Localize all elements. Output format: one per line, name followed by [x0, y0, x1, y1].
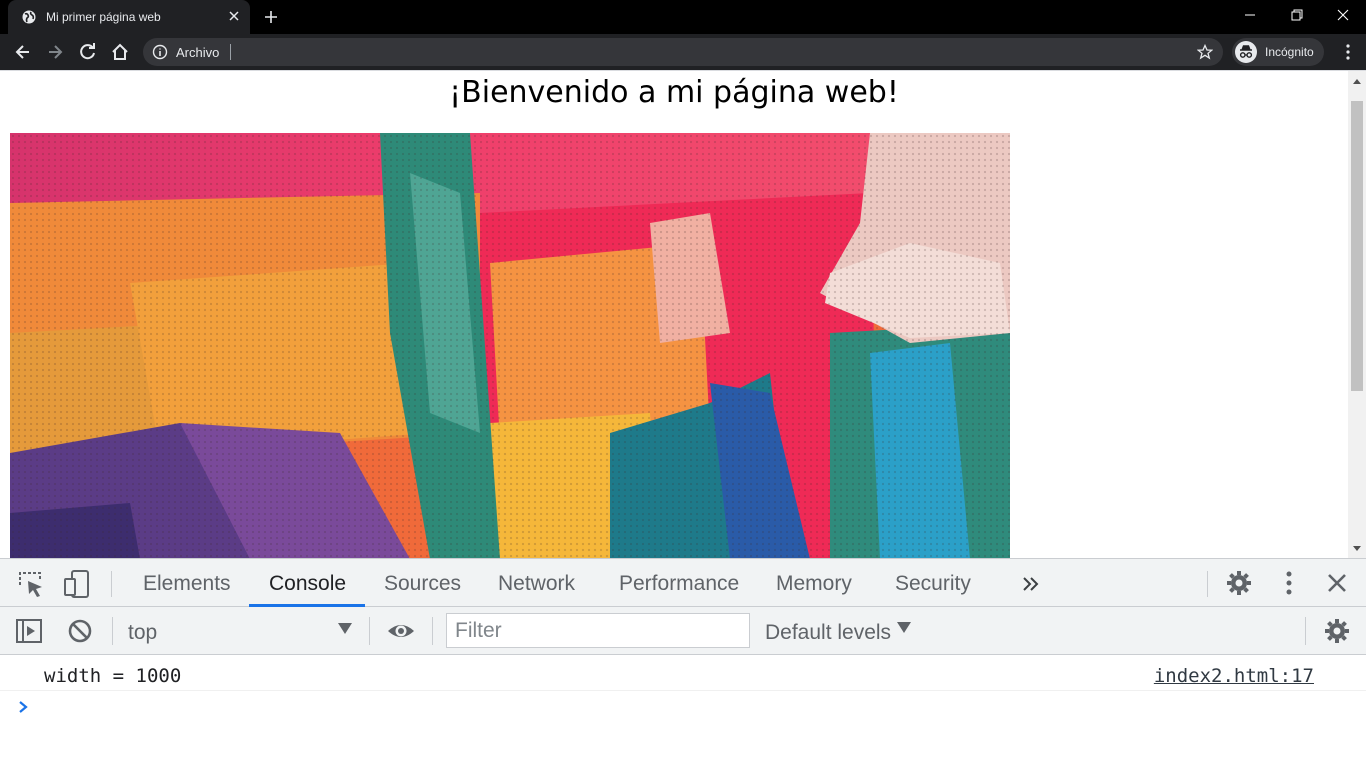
- page-heading: ¡Bienvenido a mi página web!: [449, 75, 899, 110]
- toolbar-divider: [1305, 617, 1306, 645]
- context-selector[interactable]: top: [128, 621, 157, 645]
- text-caret: [230, 44, 231, 60]
- device-toolbar-icon[interactable]: [62, 569, 92, 599]
- bookmark-star-icon[interactable]: [1197, 44, 1213, 60]
- close-devtools-icon[interactable]: [1322, 568, 1352, 598]
- console-log-row: width = 1000 index2.html:17: [0, 655, 1366, 691]
- settings-gear-icon[interactable]: [1224, 568, 1254, 598]
- tab-elements[interactable]: Elements: [143, 572, 231, 596]
- dropdown-arrow-icon[interactable]: [334, 617, 356, 639]
- console-filter-input[interactable]: [446, 613, 750, 648]
- devtools-tab-bar: Elements Console Sources Network Perform…: [0, 559, 1366, 607]
- browser-menu-icon[interactable]: [1338, 42, 1358, 62]
- scroll-up-arrow-icon[interactable]: [1352, 77, 1362, 85]
- tab-security[interactable]: Security: [895, 572, 971, 596]
- console-source-link[interactable]: index2.html:17: [1154, 665, 1314, 687]
- reload-icon[interactable]: [78, 42, 98, 62]
- tab-title: Mi primer página web: [46, 10, 161, 24]
- tab-memory[interactable]: Memory: [776, 572, 852, 596]
- toolbar-divider: [111, 571, 112, 597]
- toolbar-divider: [369, 617, 370, 645]
- tab-sources[interactable]: Sources: [384, 572, 461, 596]
- incognito-label: Incógnito: [1265, 45, 1314, 59]
- incognito-icon: [1235, 41, 1257, 63]
- inspect-element-icon[interactable]: [16, 569, 46, 599]
- incognito-badge[interactable]: Incógnito: [1232, 38, 1324, 66]
- tab-console[interactable]: Console: [269, 572, 346, 596]
- address-bar[interactable]: Archivo: [143, 38, 1223, 66]
- close-window-icon[interactable]: [1329, 4, 1357, 26]
- live-expression-eye-icon[interactable]: [386, 616, 416, 646]
- web-page-viewport: ¡Bienvenido a mi página web!: [0, 70, 1366, 558]
- page-scrollbar[interactable]: [1348, 71, 1366, 558]
- forward-icon[interactable]: [45, 42, 65, 62]
- devtools-panel: Elements Console Sources Network Perform…: [0, 558, 1366, 768]
- window-title-bar: Mi primer página web: [0, 0, 1366, 34]
- home-icon[interactable]: [110, 42, 130, 62]
- abstract-painting-image: [10, 133, 1010, 558]
- new-tab-icon[interactable]: [262, 8, 280, 26]
- info-icon[interactable]: [152, 44, 168, 60]
- tab-performance[interactable]: Performance: [619, 572, 739, 596]
- console-prompt-chevron-icon[interactable]: [16, 699, 32, 715]
- show-sidebar-icon[interactable]: [14, 616, 44, 646]
- globe-icon: [22, 10, 36, 24]
- scroll-down-arrow-icon[interactable]: [1352, 545, 1362, 553]
- tab-network[interactable]: Network: [498, 572, 575, 596]
- restore-icon[interactable]: [1283, 4, 1311, 26]
- minimize-icon[interactable]: [1236, 4, 1264, 26]
- more-tabs-chevron-icon[interactable]: [1016, 569, 1046, 599]
- browser-tab[interactable]: Mi primer página web: [8, 0, 250, 34]
- console-settings-gear-icon[interactable]: [1322, 616, 1352, 646]
- toolbar-divider: [1207, 571, 1208, 597]
- clear-console-icon[interactable]: [65, 616, 95, 646]
- console-toolbar: top Default levels: [0, 607, 1366, 655]
- customize-menu-icon[interactable]: [1274, 568, 1304, 598]
- close-tab-icon[interactable]: [226, 8, 242, 24]
- toolbar-divider: [432, 617, 433, 645]
- browser-toolbar: Archivo Incógnito: [0, 34, 1366, 70]
- back-icon[interactable]: [13, 42, 33, 62]
- levels-dropdown-arrow-icon[interactable]: [894, 617, 914, 637]
- toolbar-divider: [112, 617, 113, 645]
- address-text: Archivo: [176, 45, 220, 60]
- scrollbar-thumb[interactable]: [1351, 101, 1363, 391]
- log-levels-dropdown[interactable]: Default levels: [765, 621, 891, 645]
- console-log-text: width = 1000: [44, 665, 182, 687]
